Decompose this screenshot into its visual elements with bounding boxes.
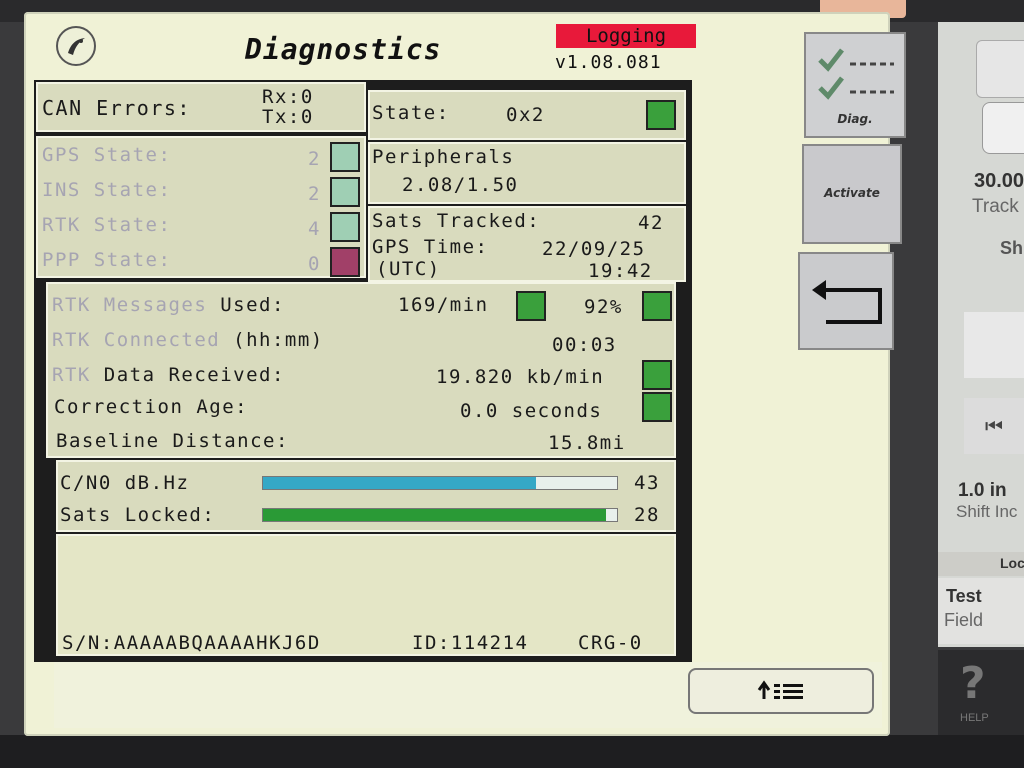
peripherals-label: Peripherals — [372, 146, 515, 168]
ins-state-value: 2 — [308, 183, 321, 205]
peripherals-cell: Peripherals 2.08/1.50 — [368, 142, 686, 204]
state-cell: State: 0x2 — [368, 90, 686, 140]
rtk-details-cell: RTK Messages Used: 169/min 92% RTK Conne… — [46, 282, 676, 458]
partial-tile[interactable] — [964, 312, 1024, 378]
help-button[interactable]: ? HELP — [938, 650, 1024, 735]
up-list-icon — [757, 680, 803, 699]
utc-label: (UTC) — [376, 258, 441, 280]
step-left-button[interactable]: ⏮ — [964, 398, 1024, 454]
state-label: State: — [372, 102, 450, 124]
partial-button-2[interactable] — [982, 102, 1024, 154]
page-title: Diagnostics — [245, 33, 442, 66]
rtk-data-received-label: RTK Data Received: — [52, 364, 285, 386]
ppp-state-indicator — [330, 247, 360, 277]
speed-value: 30.00 — [974, 170, 1024, 192]
gnss-states-cell: GPS State: 2 INS State: 2 RTK State: 4 P… — [36, 136, 366, 278]
ppp-state-label: PPP State: — [42, 249, 172, 271]
correction-age-indicator — [642, 392, 672, 422]
device-id: ID:114214 — [412, 632, 529, 654]
state-indicator — [646, 100, 676, 130]
baseline-distance-label: Baseline Distance: — [56, 430, 289, 452]
baseline-distance-value: 15.8mi — [548, 432, 626, 454]
section-label: Sh — [1000, 238, 1024, 258]
ppp-state-value: 0 — [308, 253, 321, 275]
sats-locked-bar-fill — [263, 509, 607, 521]
rtk-messages-used-label: RTK Messages Used: — [52, 294, 285, 316]
sats-locked-value: 28 — [634, 504, 660, 526]
sats-locked-bar — [262, 508, 618, 522]
state-value: 0x2 — [506, 104, 545, 126]
sats-tracked-label: Sats Tracked: — [372, 210, 541, 232]
rtk-messages-indicator — [516, 291, 546, 321]
diagnostics-panel: CAN Errors: Rx:0 Tx:0 State: 0x2 GPS Sta… — [34, 80, 692, 662]
rtk-messages-used-value: 169/min — [398, 294, 489, 316]
brand-logo-icon — [56, 26, 96, 66]
rtk-data-received-value: 19.820 kb/min — [436, 366, 605, 388]
peripherals-value: 2.08/1.50 — [402, 174, 519, 196]
device-bezel-bottom — [0, 735, 1024, 768]
rtk-data-indicator — [642, 360, 672, 390]
diag-button[interactable]: Diag. — [804, 32, 906, 138]
shift-value: 1.0 in — [958, 480, 1007, 501]
empty-area: S/N:AAAAABQAAAAHKJ6D ID:114214 CRG-0 — [56, 534, 676, 656]
activate-button[interactable]: Activate — [802, 144, 902, 244]
cn0-label: C/N0 dB.Hz — [60, 472, 190, 494]
page-menu-button[interactable] — [688, 668, 874, 714]
can-errors-label: CAN Errors: — [42, 96, 191, 120]
lock-header: Loc — [938, 552, 1024, 576]
gps-date-value: 22/09/25 — [542, 238, 646, 260]
sats-time-cell: Sats Tracked: 42 GPS Time: 22/09/25 (UTC… — [368, 206, 686, 282]
correction-age-label: Correction Age: — [54, 396, 249, 418]
correction-age-value: 0.0 seconds — [460, 400, 603, 422]
crg-label: CRG-0 — [578, 632, 643, 654]
rtk-state-indicator — [330, 212, 360, 242]
rtk-state-label: RTK State: — [42, 214, 172, 236]
logging-badge: Logging — [556, 24, 696, 48]
sats-tracked-value: 42 — [638, 212, 664, 234]
cn0-bar — [262, 476, 618, 490]
sats-locked-label: Sats Locked: — [60, 504, 216, 526]
field-name-line2: Field — [944, 610, 984, 630]
back-button[interactable] — [798, 252, 894, 350]
gps-state-indicator — [330, 142, 360, 172]
help-label: HELP — [960, 712, 989, 724]
speed-caption: Track — [972, 196, 1019, 217]
help-icon: ? — [960, 658, 986, 709]
ins-state-indicator — [330, 177, 360, 207]
cn0-value: 43 — [634, 472, 660, 494]
gps-time-value: 19:42 — [588, 260, 653, 282]
rtk-pct-indicator — [642, 291, 672, 321]
field-selector[interactable]: Test Field — [938, 578, 1024, 644]
rtk-connected-value: 00:03 — [552, 334, 617, 356]
rtk-state-value: 4 — [308, 218, 321, 240]
gps-time-label: GPS Time: — [372, 236, 489, 258]
shift-caption: Shift Inc — [956, 502, 1018, 521]
diag-label: Diag. — [837, 112, 873, 126]
can-errors-cell: CAN Errors: Rx:0 Tx:0 — [36, 82, 366, 132]
partial-button[interactable] — [976, 40, 1024, 98]
gps-state-value: 2 — [308, 148, 321, 170]
rtk-connected-label: RTK Connected (hh:mm) — [52, 329, 324, 351]
can-tx-value: Tx:0 — [262, 106, 314, 128]
serial-number: S/N:AAAAABQAAAAHKJ6D — [62, 632, 321, 654]
step-left-icon: ⏮ — [985, 414, 1003, 438]
activate-label: Activate — [824, 186, 880, 200]
rtk-messages-pct: 92% — [584, 296, 623, 318]
cn0-bar-fill — [263, 477, 536, 489]
can-rx-value: Rx:0 — [262, 86, 314, 108]
checklist-icon — [818, 48, 894, 100]
version-label: v1.08.081 — [555, 52, 662, 73]
run-page-panel: 30.00 Track Sh ⏮ 1.0 in Shift Inc Loc Te… — [938, 22, 1024, 647]
field-name-line1: Test — [946, 586, 982, 606]
signal-cell: C/N0 dB.Hz 43 Sats Locked: 28 — [56, 460, 676, 532]
ins-state-label: INS State: — [42, 179, 172, 201]
back-arrow-icon — [812, 280, 882, 324]
gps-state-label: GPS State: — [42, 144, 172, 166]
